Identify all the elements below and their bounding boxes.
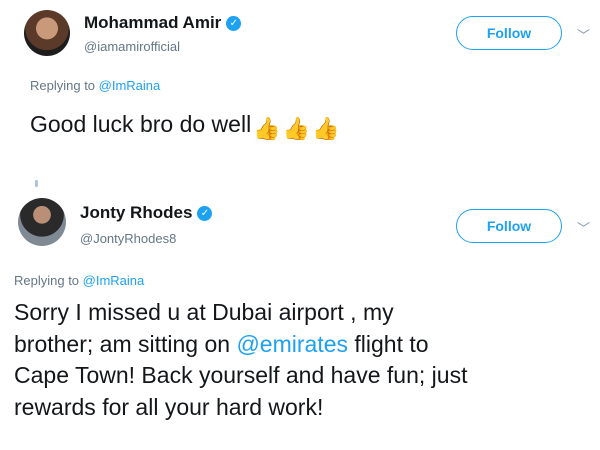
thread-connector [35, 180, 38, 187]
chevron-down-icon[interactable]: ﹀ [577, 25, 590, 44]
tweet-text: Good luck bro do well 👍 👍 👍 [30, 111, 340, 142]
avatar[interactable] [24, 10, 70, 56]
chevron-down-icon[interactable]: ﹀ [577, 218, 590, 237]
display-name[interactable]: Jonty Rhodes [80, 203, 192, 223]
thumbs-up-icon: 👍 [312, 116, 340, 141]
mention-link[interactable]: @ImRaina [83, 273, 145, 288]
tweet-line: Cape Town! Back yourself and have fun; j… [14, 362, 468, 388]
follow-button[interactable]: Follow [456, 16, 562, 50]
replying-to: Replying to @ImRaina [30, 78, 161, 93]
handle[interactable]: @JontyRhodes8 [80, 231, 176, 246]
mention-link[interactable]: @ImRaina [99, 78, 161, 93]
avatar[interactable] [18, 198, 66, 246]
tweet-card: Jonty Rhodes ✓ @JontyRhodes8 Follow ﹀ Re… [0, 190, 600, 450]
verified-icon: ✓ [226, 15, 242, 31]
follow-button[interactable]: Follow [456, 209, 562, 243]
thumbs-up-icon: 👍 [253, 116, 281, 141]
emoji-group: 👍 👍 👍 [253, 116, 339, 142]
name-row: Mohammad Amir ✓ [84, 13, 242, 33]
mention-link[interactable]: @emirates [236, 331, 348, 357]
tweet-line: rewards for all your hard work! [14, 393, 324, 420]
replying-to: Replying to @ImRaina [14, 273, 145, 288]
display-name[interactable]: Mohammad Amir [84, 13, 221, 33]
thumbs-up-icon: 👍 [282, 116, 310, 141]
handle[interactable]: @iamamirofficial [84, 39, 180, 54]
tweet-line: brother; am sitting on @emirates flight … [14, 330, 429, 357]
name-row: Jonty Rhodes ✓ [80, 203, 213, 223]
tweet-text: Sorry I missed u at Dubai airport , my b… [14, 297, 574, 423]
tweet-line: Sorry I missed u at Dubai airport , my [14, 299, 394, 325]
tweet-card: Mohammad Amir ✓ @iamamirofficial Follow … [0, 0, 600, 165]
verified-icon: ✓ [197, 205, 213, 221]
